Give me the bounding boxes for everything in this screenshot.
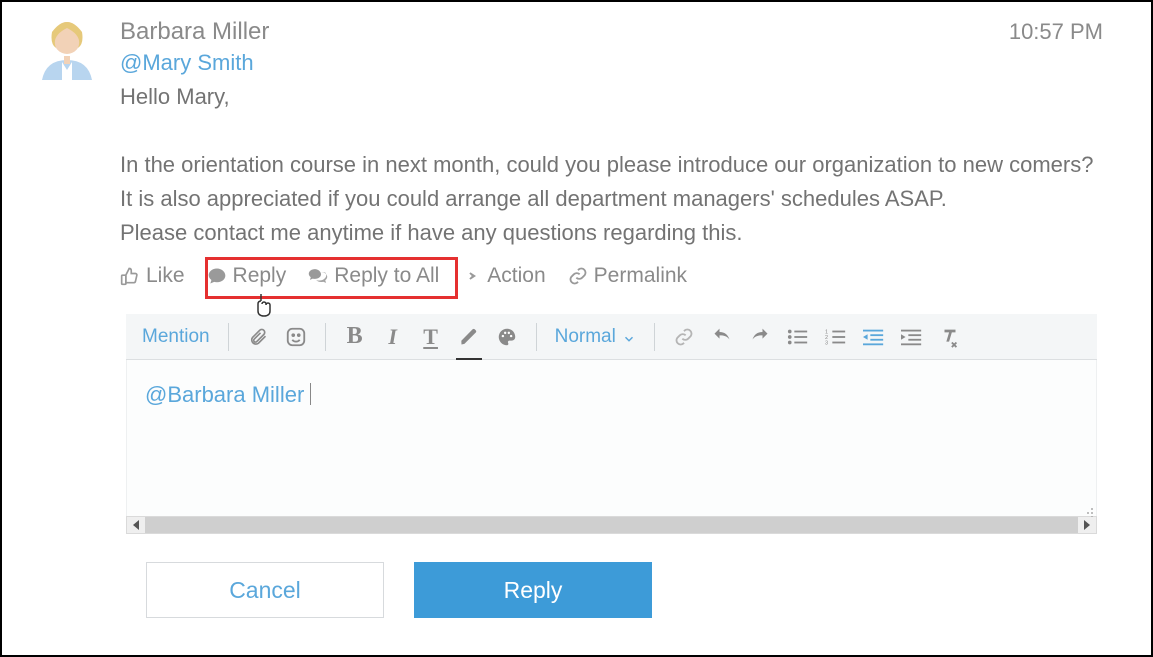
paragraph-style-dropdown[interactable]: Normal <box>549 326 642 348</box>
avatar <box>36 18 98 80</box>
italic-icon: I <box>388 324 397 350</box>
ordered-list-button[interactable]: 1 2 3 <box>819 320 853 354</box>
bold-icon: B <box>347 323 363 350</box>
text-caret <box>310 383 311 405</box>
editor-mention[interactable]: @Barbara Miller <box>145 382 304 407</box>
mention-button[interactable]: Mention <box>136 326 216 348</box>
insert-link-button[interactable] <box>667 320 701 354</box>
undo-icon <box>711 327 733 347</box>
reply-textarea[interactable]: @Barbara Miller <box>126 360 1097 504</box>
svg-text:3: 3 <box>825 340 828 346</box>
bold-button[interactable]: B <box>338 320 372 354</box>
arrow-right-icon <box>461 266 481 286</box>
permalink-button[interactable]: Permalink <box>568 264 687 288</box>
unordered-list-button[interactable] <box>781 320 815 354</box>
paperclip-icon <box>248 326 268 348</box>
body-line-2: It is also appreciated if you could arra… <box>120 182 1103 216</box>
like-label: Like <box>146 264 185 288</box>
speech-bubble-icon <box>207 266 227 286</box>
link-icon <box>673 327 695 347</box>
undo-button[interactable] <box>705 320 739 354</box>
pencil-icon <box>459 327 479 347</box>
body-line-1: In the orientation course in next month,… <box>120 148 1103 182</box>
greeting-line: Hello Mary, <box>120 80 1103 114</box>
reply-all-button[interactable]: Reply to All <box>308 264 439 288</box>
reply-button[interactable]: Reply <box>207 264 287 288</box>
cancel-button[interactable]: Cancel <box>146 562 384 618</box>
reply-submit-button[interactable]: Reply <box>414 562 652 618</box>
reply-all-label: Reply to All <box>334 264 439 288</box>
resize-handle[interactable] <box>126 504 1097 516</box>
horizontal-scrollbar[interactable] <box>126 516 1097 534</box>
post-message: Hello Mary, In the orientation course in… <box>120 80 1103 250</box>
timestamp: 10:57 PM <box>1009 19 1103 45</box>
bullet-list-icon <box>787 327 809 347</box>
scroll-right-button[interactable] <box>1078 517 1096 533</box>
paragraph-style-label: Normal <box>555 326 616 348</box>
permalink-label: Permalink <box>594 264 687 288</box>
clear-format-icon <box>939 326 961 348</box>
body-line-3: Please contact me anytime if have any qu… <box>120 216 1103 250</box>
speech-bubbles-icon <box>308 266 328 286</box>
thumbs-up-icon <box>120 266 140 286</box>
palette-icon <box>496 326 518 348</box>
action-menu-button[interactable]: Action <box>461 264 545 288</box>
smile-icon <box>285 326 307 348</box>
underline-icon: T <box>423 324 438 350</box>
indent-button[interactable] <box>895 320 929 354</box>
attach-button[interactable] <box>241 320 275 354</box>
mention-link[interactable]: @Mary Smith <box>120 50 1103 76</box>
link-icon <box>568 266 588 286</box>
reply-label: Reply <box>233 264 287 288</box>
italic-button[interactable]: I <box>376 320 410 354</box>
outdent-button[interactable] <box>857 320 891 354</box>
emoji-button[interactable] <box>279 320 313 354</box>
outdent-icon <box>863 327 885 347</box>
redo-icon <box>749 327 771 347</box>
underline-button[interactable]: T <box>414 320 448 354</box>
numbered-list-icon: 1 2 3 <box>825 327 847 347</box>
scroll-track[interactable] <box>145 517 1078 533</box>
indent-icon <box>901 327 923 347</box>
editor-toolbar: Mention <box>126 314 1097 360</box>
like-button[interactable]: Like <box>120 264 185 288</box>
scroll-left-button[interactable] <box>127 517 145 533</box>
text-color-button[interactable] <box>490 320 524 354</box>
highlight-color-button[interactable] <box>452 320 486 354</box>
clear-formatting-button[interactable] <box>933 320 967 354</box>
redo-button[interactable] <box>743 320 777 354</box>
chevron-down-icon <box>622 330 636 344</box>
action-label: Action <box>487 264 545 288</box>
author-name: Barbara Miller <box>120 18 269 46</box>
